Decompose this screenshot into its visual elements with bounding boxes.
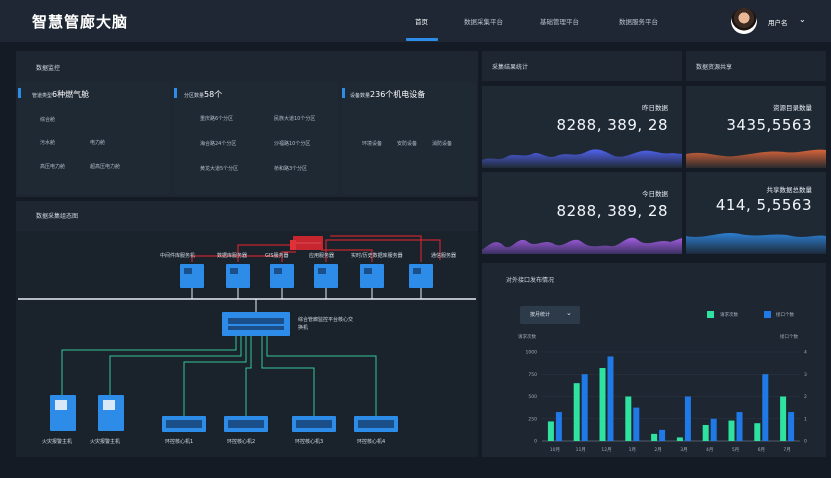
- bar-requests: [754, 423, 761, 441]
- bar-interfaces: [633, 407, 640, 441]
- bar-requests: [728, 420, 735, 441]
- interface-bar-chart: 0 250 500 750 1000 0 1 2 3 4 10月 11月 12月 1月 2月 3月 4月 5月 6月…: [526, 350, 807, 454]
- y-tick-label-left: 1000: [526, 350, 538, 356]
- x-tick-label: 4月: [706, 447, 713, 453]
- bar-requests: [625, 396, 632, 441]
- bar-interfaces: [607, 356, 614, 441]
- x-tick-label: 10月: [550, 447, 560, 453]
- x-tick-label: 7月: [783, 447, 790, 453]
- bar-interfaces: [710, 418, 717, 441]
- y-tick-label-right: 3: [804, 372, 807, 378]
- bar-requests: [651, 433, 658, 441]
- y-tick-label-left: 500: [528, 394, 537, 400]
- bar-interfaces: [659, 429, 666, 441]
- y-tick-label-left: 250: [528, 416, 537, 422]
- x-tick-label: 6月: [758, 447, 765, 453]
- x-tick-label: 12月: [601, 447, 611, 453]
- y-tick-label-left: 0: [534, 439, 537, 445]
- bar-interfaces: [555, 412, 562, 441]
- bar-requests: [702, 424, 709, 441]
- x-tick-label: 1月: [629, 447, 636, 453]
- y-tick-label-left: 750: [528, 372, 537, 378]
- x-tick-label: 3月: [680, 447, 687, 453]
- bar-requests: [547, 421, 554, 441]
- x-tick-label: 11月: [576, 447, 586, 453]
- x-tick-label: 2月: [654, 447, 661, 453]
- bar-requests: [599, 368, 606, 441]
- y-tick-label-right: 2: [804, 394, 807, 400]
- bar-interfaces: [581, 374, 588, 441]
- bar-interfaces: [762, 374, 769, 441]
- bar-requests: [676, 437, 683, 441]
- y-tick-label-right: 4: [804, 350, 807, 356]
- bar-interfaces: [684, 396, 691, 441]
- bar-interfaces: [788, 412, 795, 441]
- bar-interfaces: [736, 412, 743, 441]
- y-tick-label-right: 1: [804, 416, 807, 422]
- y-tick-label-right: 0: [804, 439, 807, 445]
- x-tick-label: 5月: [732, 447, 739, 453]
- bar-requests: [573, 383, 580, 441]
- bar-requests: [780, 396, 787, 441]
